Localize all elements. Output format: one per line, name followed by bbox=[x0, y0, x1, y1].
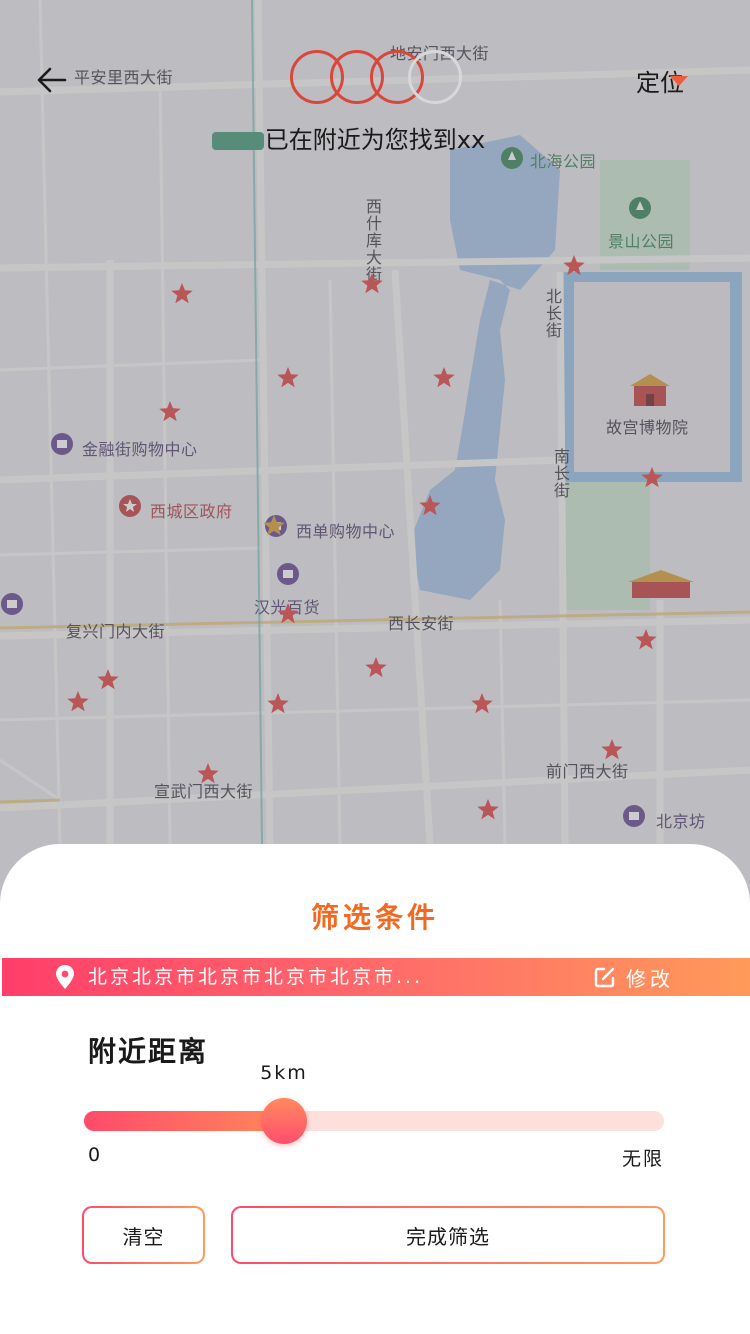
done-filter-button[interactable]: 完成筛选 bbox=[231, 1206, 665, 1264]
slider-max-label: 无限 bbox=[621, 1148, 664, 1170]
sheet-title: 筛选条件 bbox=[310, 901, 439, 934]
edit-icon bbox=[594, 967, 615, 988]
distance-slider[interactable] bbox=[84, 1098, 664, 1144]
slider-fill bbox=[84, 1111, 291, 1131]
distance-value: 5km bbox=[260, 1062, 308, 1084]
clear-button[interactable]: 清空 bbox=[82, 1206, 205, 1264]
arrow-left-icon bbox=[37, 67, 67, 93]
loading-rings bbox=[290, 50, 462, 104]
back-button[interactable] bbox=[28, 56, 76, 104]
edit-address-button[interactable]: 修改 bbox=[594, 958, 674, 996]
slider-min-label: 0 bbox=[88, 1144, 101, 1166]
address-text: 北京北京市北京市北京市北京市... bbox=[88, 966, 424, 988]
edit-label: 修改 bbox=[626, 966, 674, 991]
address-bar: 北京北京市北京市北京市北京市... 修改 bbox=[2, 958, 750, 996]
found-result-text: 已在附近为您找到xx bbox=[264, 126, 486, 154]
location-pin-icon bbox=[56, 965, 74, 989]
caret-down-icon[interactable] bbox=[670, 76, 688, 86]
slider-thumb[interactable] bbox=[261, 1098, 307, 1144]
ring-icon bbox=[408, 50, 462, 104]
distance-title: 附近距离 bbox=[88, 1035, 209, 1068]
filter-sheet: 筛选条件 北京北京市北京市北京市北京市... 修改 附近距离 5km 0 无限 … bbox=[0, 844, 750, 1334]
